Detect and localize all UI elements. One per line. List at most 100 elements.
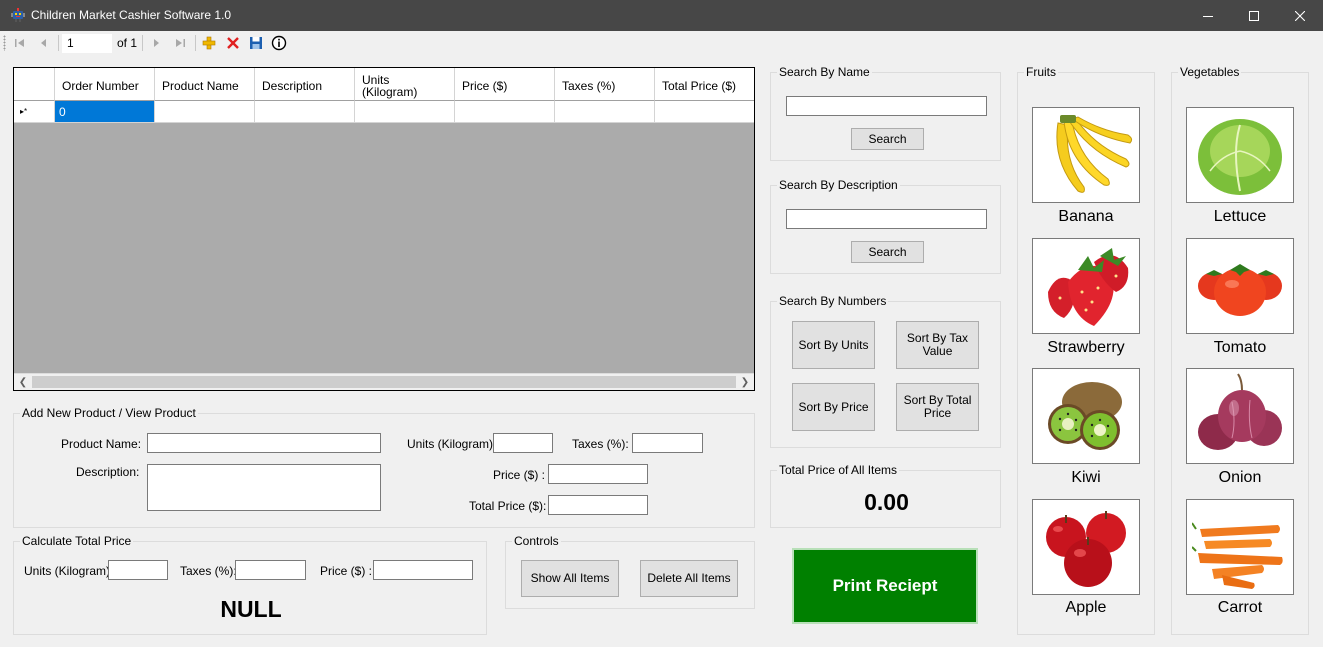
calc-taxes-field[interactable] xyxy=(235,560,306,580)
move-last-icon[interactable] xyxy=(172,35,188,51)
minimize-icon[interactable] xyxy=(1185,0,1231,31)
column-header[interactable]: Price ($) xyxy=(455,68,555,101)
column-header[interactable]: Product Name xyxy=(155,68,255,101)
sort-total-button[interactable]: Sort By Total Price xyxy=(896,383,979,431)
grid-cell[interactable] xyxy=(155,101,255,123)
search-name-button[interactable]: Search xyxy=(851,128,924,150)
grid-cell[interactable] xyxy=(255,101,355,123)
strawberry-button[interactable] xyxy=(1032,238,1140,334)
vegetable-label: Onion xyxy=(1218,469,1262,486)
apple-button[interactable] xyxy=(1032,499,1140,595)
column-header[interactable]: Total Price ($) xyxy=(655,68,754,101)
calc-taxes-label: Taxes (%): xyxy=(180,564,237,578)
grid-cell-order-number[interactable]: 0 xyxy=(55,101,155,123)
save-icon[interactable] xyxy=(248,35,264,51)
add-new-icon[interactable] xyxy=(201,35,217,51)
table-row[interactable]: ▸* 0 xyxy=(14,101,754,123)
products-grid[interactable]: Order Number Product Name Description Un… xyxy=(13,67,755,391)
toolbar-separator xyxy=(58,35,59,51)
price-field[interactable] xyxy=(548,464,648,484)
robot-app-icon xyxy=(10,7,26,23)
kiwi-button[interactable] xyxy=(1032,368,1140,464)
grid-cell[interactable] xyxy=(655,101,754,123)
group-title: Search By Description xyxy=(777,178,900,192)
total-price-label: Total Price ($): xyxy=(469,499,547,513)
apple-image xyxy=(1046,511,1126,587)
product-name-label: Product Name: xyxy=(61,437,142,451)
grid-header: Order Number Product Name Description Un… xyxy=(14,68,754,101)
lettuce-button[interactable] xyxy=(1186,107,1294,203)
scroll-thumb[interactable] xyxy=(32,376,736,388)
delete-all-button[interactable]: Delete All Items xyxy=(640,560,738,597)
search-description-button[interactable]: Search xyxy=(851,241,924,263)
maximize-icon[interactable] xyxy=(1231,0,1277,31)
grid-cell[interactable] xyxy=(355,101,455,123)
carrot-button[interactable] xyxy=(1186,499,1294,595)
horizontal-scrollbar[interactable]: ❮ ❯ xyxy=(14,373,754,390)
sort-tax-button[interactable]: Sort By Tax Value xyxy=(896,321,979,369)
controls-group: Controls Show All Items Delete All Items xyxy=(505,534,755,609)
toolbar-grip[interactable] xyxy=(3,35,6,51)
group-title: Vegetables xyxy=(1178,65,1242,79)
group-title: Search By Name xyxy=(777,65,872,79)
onion-button[interactable] xyxy=(1186,368,1294,464)
sort-units-button[interactable]: Sort By Units xyxy=(792,321,875,369)
delete-icon[interactable] xyxy=(225,35,241,51)
move-next-icon[interactable] xyxy=(148,35,164,51)
move-first-icon[interactable] xyxy=(12,35,28,51)
grid-cell[interactable] xyxy=(555,101,655,123)
vegetable-label: Lettuce xyxy=(1213,208,1267,225)
show-all-button[interactable]: Show All Items xyxy=(521,560,619,597)
column-header[interactable]: Units (Kilogram) xyxy=(355,68,455,101)
search-description-input[interactable] xyxy=(786,209,987,229)
add-product-group: Add New Product / View Product Product N… xyxy=(13,406,755,528)
column-header[interactable]: Order Number xyxy=(55,68,155,101)
description-label: Description: xyxy=(76,465,140,479)
units-field[interactable] xyxy=(493,433,553,453)
toolbar-separator xyxy=(142,35,143,51)
print-receipt-button[interactable]: Print Reciept xyxy=(792,548,978,624)
binding-navigator: 1 of 1 xyxy=(0,31,1323,55)
search-name-group: Search By Name Search xyxy=(770,65,1001,161)
onion-image xyxy=(1198,373,1282,450)
position-input[interactable]: 1 xyxy=(62,34,112,53)
group-title: Calculate Total Price xyxy=(20,534,134,548)
tomato-button[interactable] xyxy=(1186,238,1294,334)
strawberry-image xyxy=(1048,248,1129,326)
calculate-total-group: Calculate Total Price Units (Kilogram): … xyxy=(13,534,487,635)
row-indicator[interactable]: ▸* xyxy=(14,101,55,123)
product-name-field[interactable] xyxy=(147,433,381,453)
calc-price-field[interactable] xyxy=(373,560,473,580)
column-header[interactable]: Taxes (%) xyxy=(555,68,655,101)
vegetables-group: Vegetables Lettuce Tomato Onion Carrot xyxy=(1171,65,1309,635)
scroll-right-icon[interactable]: ❯ xyxy=(738,376,752,389)
taxes-field[interactable] xyxy=(632,433,703,453)
info-icon[interactable] xyxy=(271,35,287,51)
search-description-group: Search By Description Search xyxy=(770,178,1001,274)
search-numbers-group: Search By Numbers Sort By Units Sort By … xyxy=(770,294,1001,448)
group-title: Total Price of All Items xyxy=(777,463,900,477)
group-title: Search By Numbers xyxy=(777,294,889,308)
scroll-left-icon[interactable]: ❮ xyxy=(16,376,30,389)
calc-price-label: Price ($) : xyxy=(320,564,373,578)
calc-units-field[interactable] xyxy=(108,560,168,580)
total-all-value: 0.00 xyxy=(864,489,909,515)
total-price-field[interactable] xyxy=(548,495,648,515)
move-previous-icon[interactable] xyxy=(36,35,52,51)
count-label: of 1 xyxy=(117,36,138,50)
lettuce-image xyxy=(1198,119,1282,195)
calc-result: NULL xyxy=(220,596,282,622)
vegetable-label: Tomato xyxy=(1213,339,1267,356)
column-header[interactable]: Description xyxy=(255,68,355,101)
carrot-image xyxy=(1192,522,1283,589)
sort-price-button[interactable]: Sort By Price xyxy=(792,383,875,431)
close-icon[interactable] xyxy=(1277,0,1323,31)
grid-cell[interactable] xyxy=(455,101,555,123)
vegetable-label: Carrot xyxy=(1217,599,1263,616)
banana-button[interactable] xyxy=(1032,107,1140,203)
fruit-label: Banana xyxy=(1058,208,1114,225)
search-name-input[interactable] xyxy=(786,96,987,116)
units-label: Units (Kilogram): xyxy=(407,437,497,451)
fruit-label: Apple xyxy=(1065,599,1107,616)
description-field[interactable] xyxy=(147,464,381,511)
